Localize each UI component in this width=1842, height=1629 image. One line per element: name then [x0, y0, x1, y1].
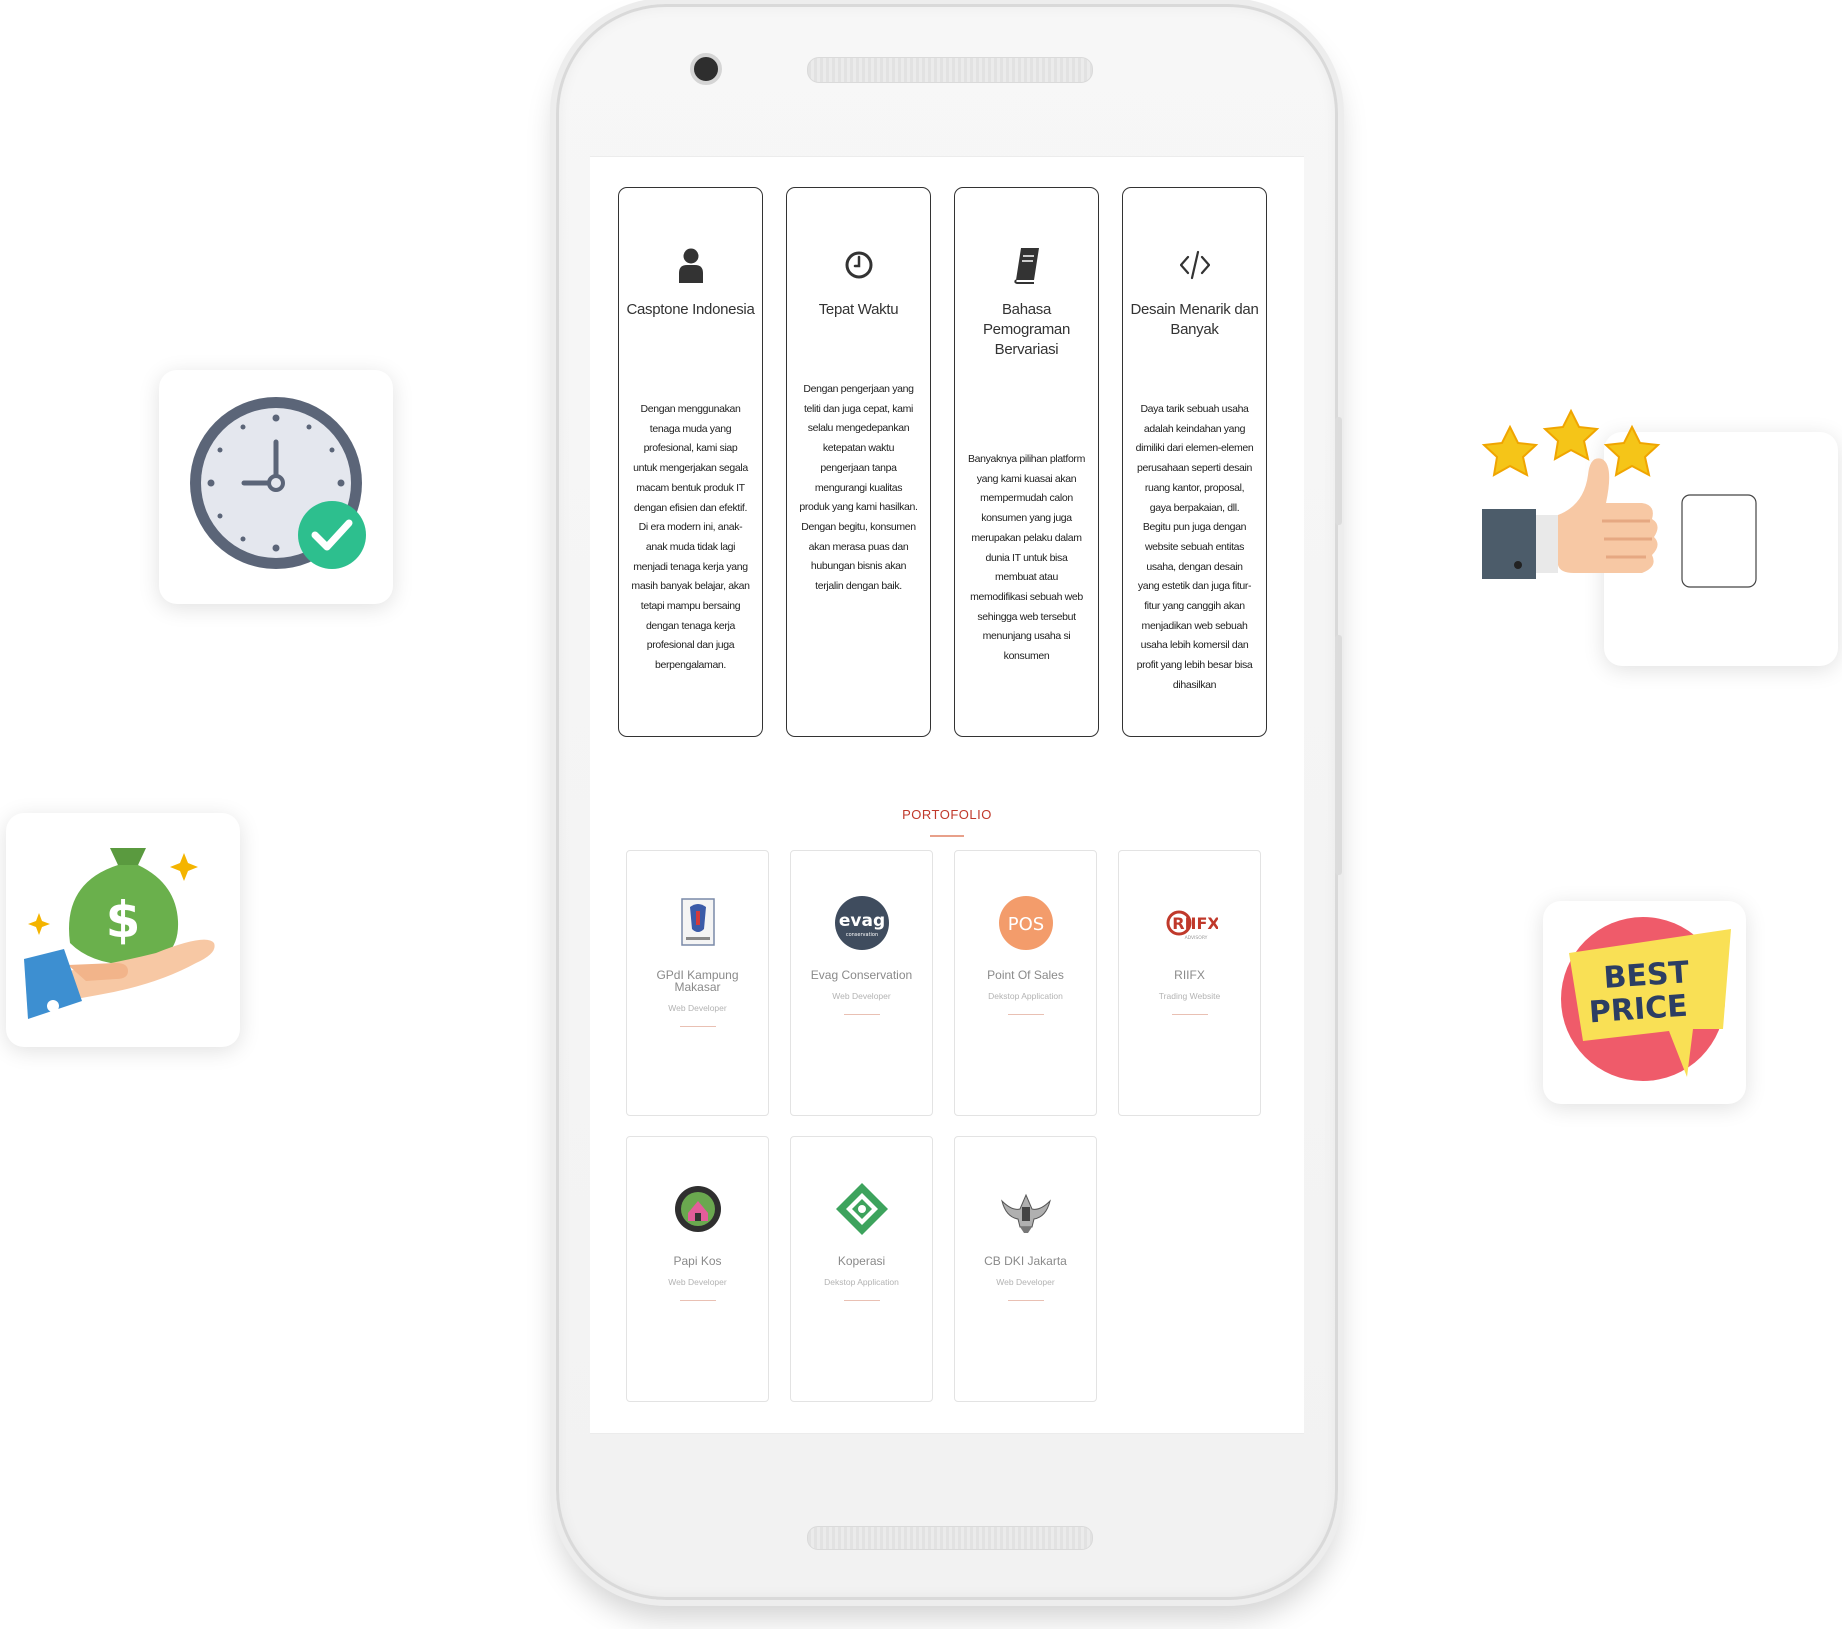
portfolio-card[interactable]: evag conservation Evag Conservation Web …	[790, 850, 933, 1116]
feature-text: Dengan menggunakan tenaga muda yang prof…	[631, 403, 750, 672]
svg-text:PRICE: PRICE	[1588, 989, 1689, 1031]
portfolio-name: Point Of Sales	[987, 968, 1064, 982]
code-icon	[1179, 250, 1210, 280]
koperasi-logo	[836, 1183, 888, 1235]
feature-title: Tepat Waktu	[818, 301, 899, 318]
portfolio-name: Koperasi	[837, 1254, 886, 1268]
portfolio-card[interactable]: POS Point Of Sales Dekstop Application	[954, 850, 1097, 1116]
bottom-speaker	[807, 1526, 1093, 1550]
portfolio-name: Evag Conservation	[810, 968, 913, 982]
portfolio-card[interactable]: Papi Kos Web Developer	[626, 1136, 769, 1402]
card-divider	[844, 1300, 880, 1301]
church-crest-logo	[681, 898, 715, 946]
portfolio-card[interactable]: RIIFX ADVISORY RIIFX Trading Website	[1118, 850, 1261, 1116]
svg-text:POS: POS	[1008, 914, 1044, 935]
power-button	[1335, 635, 1342, 875]
money-badge: $	[6, 813, 240, 1047]
card-divider	[680, 1300, 716, 1301]
best-price-badge: BEST PRICE	[1543, 901, 1746, 1104]
svg-text:evag: evag	[839, 911, 885, 931]
svg-text:RIIFX: RIIFX	[1172, 914, 1218, 933]
portfolio-card[interactable]: GPdI Kampung Makasar Web Developer	[626, 850, 769, 1116]
eagle-crest-logo	[1001, 1193, 1051, 1233]
portfolio-name: CB DKI Jakarta	[984, 1254, 1067, 1268]
portfolio-type: Web Developer	[832, 991, 891, 1001]
feature-title: Bahasa Pemograman Bervariasi	[982, 301, 1071, 358]
feature-card: Bahasa Pemograman Bervariasi Banyaknya p…	[954, 187, 1099, 737]
feature-text: Banyaknya pilihan platform yang kami kua…	[968, 453, 1085, 663]
portfolio-card[interactable]: Koperasi Dekstop Application	[790, 1136, 933, 1402]
portfolio-name: Papi Kos	[673, 1254, 722, 1268]
feature-title: Casptone Indonesia	[626, 301, 755, 318]
clock-icon	[845, 251, 872, 279]
book-icon	[1013, 248, 1039, 284]
portfolio-type: Web Developer	[668, 1277, 727, 1287]
feature-card: Tepat Waktu Dengan pengerjaan yang telit…	[786, 187, 931, 737]
phone-mockup: Casptone Indonesia Dengan menggunakan te…	[556, 4, 1342, 1600]
heading-underline	[930, 835, 964, 837]
money-bag-hand-icon: $	[24, 848, 215, 1019]
portfolio-type: Web Developer	[668, 1003, 727, 1013]
clock-badge	[159, 370, 393, 604]
feature-card: Desain Menarik dan Banyak Daya tarik seb…	[1122, 187, 1267, 737]
evag-logo: evag conservation	[835, 896, 889, 950]
front-camera	[690, 53, 722, 85]
feature-card: Casptone Indonesia Dengan menggunakan te…	[618, 187, 763, 737]
feature-title: Desain Menarik dan Banyak	[1130, 301, 1259, 338]
feature-text: Daya tarik sebuah usaha adalah keindahan…	[1135, 403, 1254, 691]
card-divider	[1172, 1014, 1208, 1015]
svg-text:ADVISORY: ADVISORY	[1185, 935, 1208, 941]
portfolio-type: Dekstop Application	[988, 991, 1063, 1001]
card-divider	[680, 1026, 716, 1027]
card-divider	[1008, 1300, 1044, 1301]
screen: Casptone Indonesia Dengan menggunakan te…	[590, 156, 1304, 1434]
card-divider	[844, 1014, 880, 1015]
portfolio-heading: PORTOFOLIO	[902, 807, 992, 822]
portfolio-card[interactable]: CB DKI Jakarta Web Developer	[954, 1136, 1097, 1402]
clock-check-icon	[190, 397, 366, 569]
best-price-tag-icon: BEST PRICE	[1561, 917, 1731, 1081]
card-divider	[1008, 1014, 1044, 1015]
user-icon	[678, 248, 703, 283]
thumbs-up-stars-icon	[1481, 408, 1757, 588]
portfolio-type: Web Developer	[996, 1277, 1055, 1287]
pos-logo: POS	[999, 896, 1053, 950]
riifx-logo: RIIFX ADVISORY	[1166, 910, 1218, 941]
papi-kos-logo	[675, 1186, 721, 1232]
portfolio-type: Dekstop Application	[824, 1277, 899, 1287]
earpiece-speaker	[807, 57, 1093, 83]
volume-button	[1335, 417, 1342, 525]
svg-text:conservation: conservation	[846, 932, 878, 938]
feature-text: Dengan pengerjaan yang teliti dan juga c…	[799, 383, 918, 593]
portfolio-name: GPdI Kampung Makasar	[656, 968, 739, 994]
portfolio-type: Trading Website	[1158, 991, 1221, 1001]
svg-text:$: $	[106, 891, 141, 949]
portfolio-name: RIIFX	[1174, 968, 1205, 982]
